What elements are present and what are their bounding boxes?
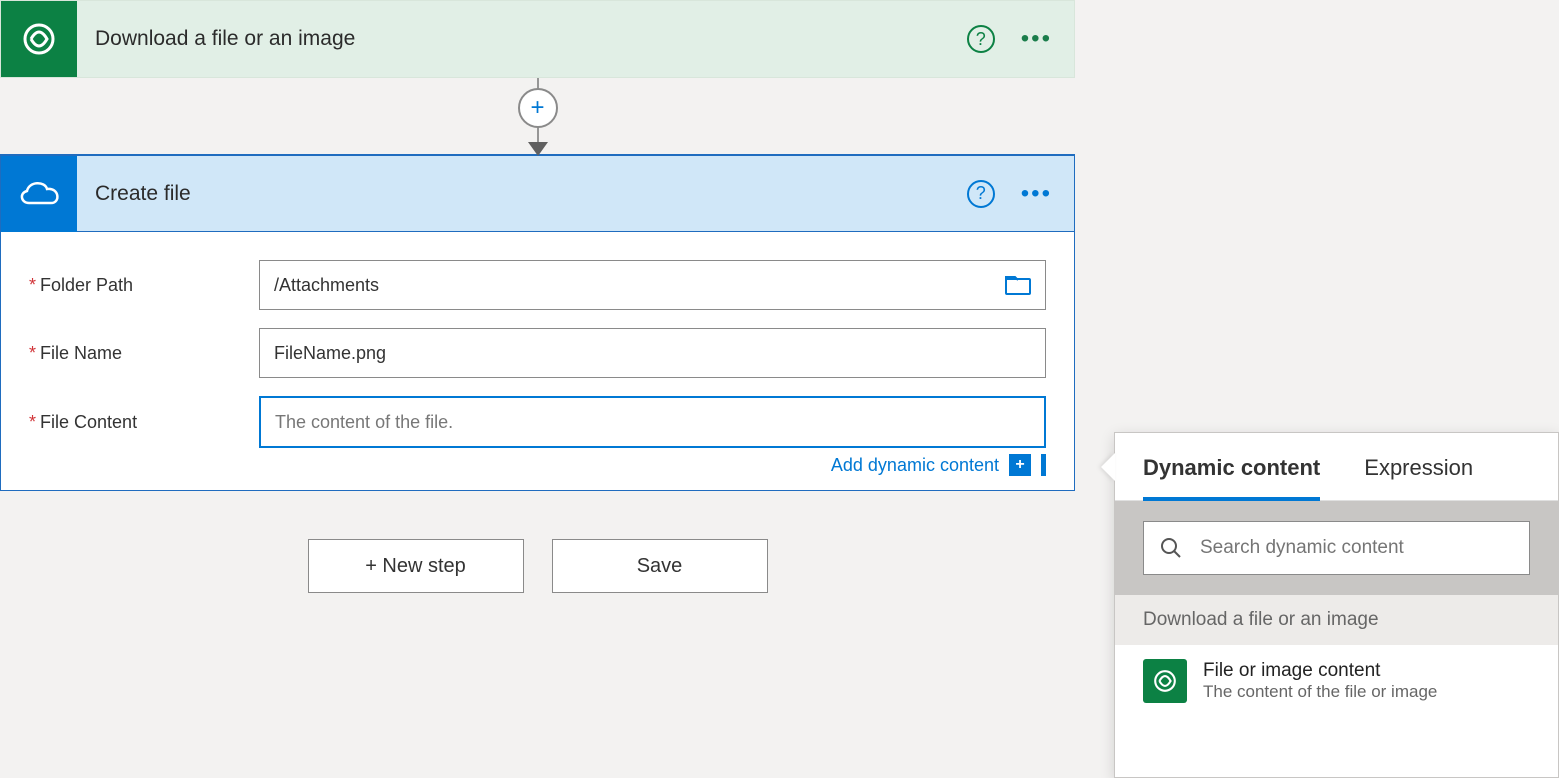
step-title: Download a file or an image xyxy=(77,27,967,51)
step-title: Create file xyxy=(77,182,967,206)
dataverse-icon xyxy=(1,1,77,77)
step-create-file-body: *Folder Path /Attachments *File Name Fil… xyxy=(0,232,1075,491)
collapse-icon[interactable] xyxy=(1041,454,1046,476)
folder-picker-icon[interactable] xyxy=(1005,275,1031,295)
field-file-name: *File Name FileName.png xyxy=(29,328,1046,378)
onedrive-icon xyxy=(1,156,77,232)
new-step-button[interactable]: + New step xyxy=(308,539,524,593)
dynamic-item-title: File or image content xyxy=(1203,660,1437,682)
step-create-file[interactable]: Create file ? ••• xyxy=(0,154,1075,232)
add-step-button[interactable]: + xyxy=(518,88,558,128)
field-folder-path: *Folder Path /Attachments xyxy=(29,260,1046,310)
dynamic-item-file-content[interactable]: File or image content The content of the… xyxy=(1115,645,1558,717)
field-file-content: *File Content The content of the file. xyxy=(29,396,1046,448)
dynamic-item-desc: The content of the file or image xyxy=(1203,682,1437,702)
tab-expression[interactable]: Expression xyxy=(1364,455,1473,500)
dynamic-content-panel: Dynamic content Expression Download a fi… xyxy=(1114,432,1559,778)
input-file-name[interactable]: FileName.png xyxy=(259,328,1046,378)
input-folder-path[interactable]: /Attachments xyxy=(259,260,1046,310)
step-download-file[interactable]: Download a file or an image ? ••• xyxy=(0,0,1075,78)
help-icon[interactable]: ? xyxy=(967,180,995,208)
search-input[interactable] xyxy=(1200,537,1513,559)
arrow-down-icon xyxy=(528,142,548,156)
label-folder-path: Folder Path xyxy=(40,275,133,295)
dynamic-section-header: Download a file or an image xyxy=(1115,595,1558,645)
label-file-name: File Name xyxy=(40,343,122,363)
tab-dynamic-content[interactable]: Dynamic content xyxy=(1143,455,1320,501)
save-button[interactable]: Save xyxy=(552,539,768,593)
connector: + xyxy=(0,78,1075,154)
input-file-content[interactable]: The content of the file. xyxy=(259,396,1046,448)
search-icon xyxy=(1160,537,1182,559)
dataverse-icon xyxy=(1143,659,1187,703)
help-icon[interactable]: ? xyxy=(967,25,995,53)
placeholder-file-content: The content of the file. xyxy=(275,412,453,433)
more-icon[interactable]: ••• xyxy=(1021,27,1052,51)
value-folder-path: /Attachments xyxy=(274,275,379,296)
search-box[interactable] xyxy=(1143,521,1530,575)
label-file-content: File Content xyxy=(40,412,137,432)
plus-icon[interactable]: + xyxy=(1009,454,1031,476)
add-dynamic-content-link[interactable]: Add dynamic content xyxy=(831,455,999,476)
more-icon[interactable]: ••• xyxy=(1021,182,1052,206)
action-buttons: + New step Save xyxy=(0,539,1075,593)
value-file-name: FileName.png xyxy=(274,343,386,364)
